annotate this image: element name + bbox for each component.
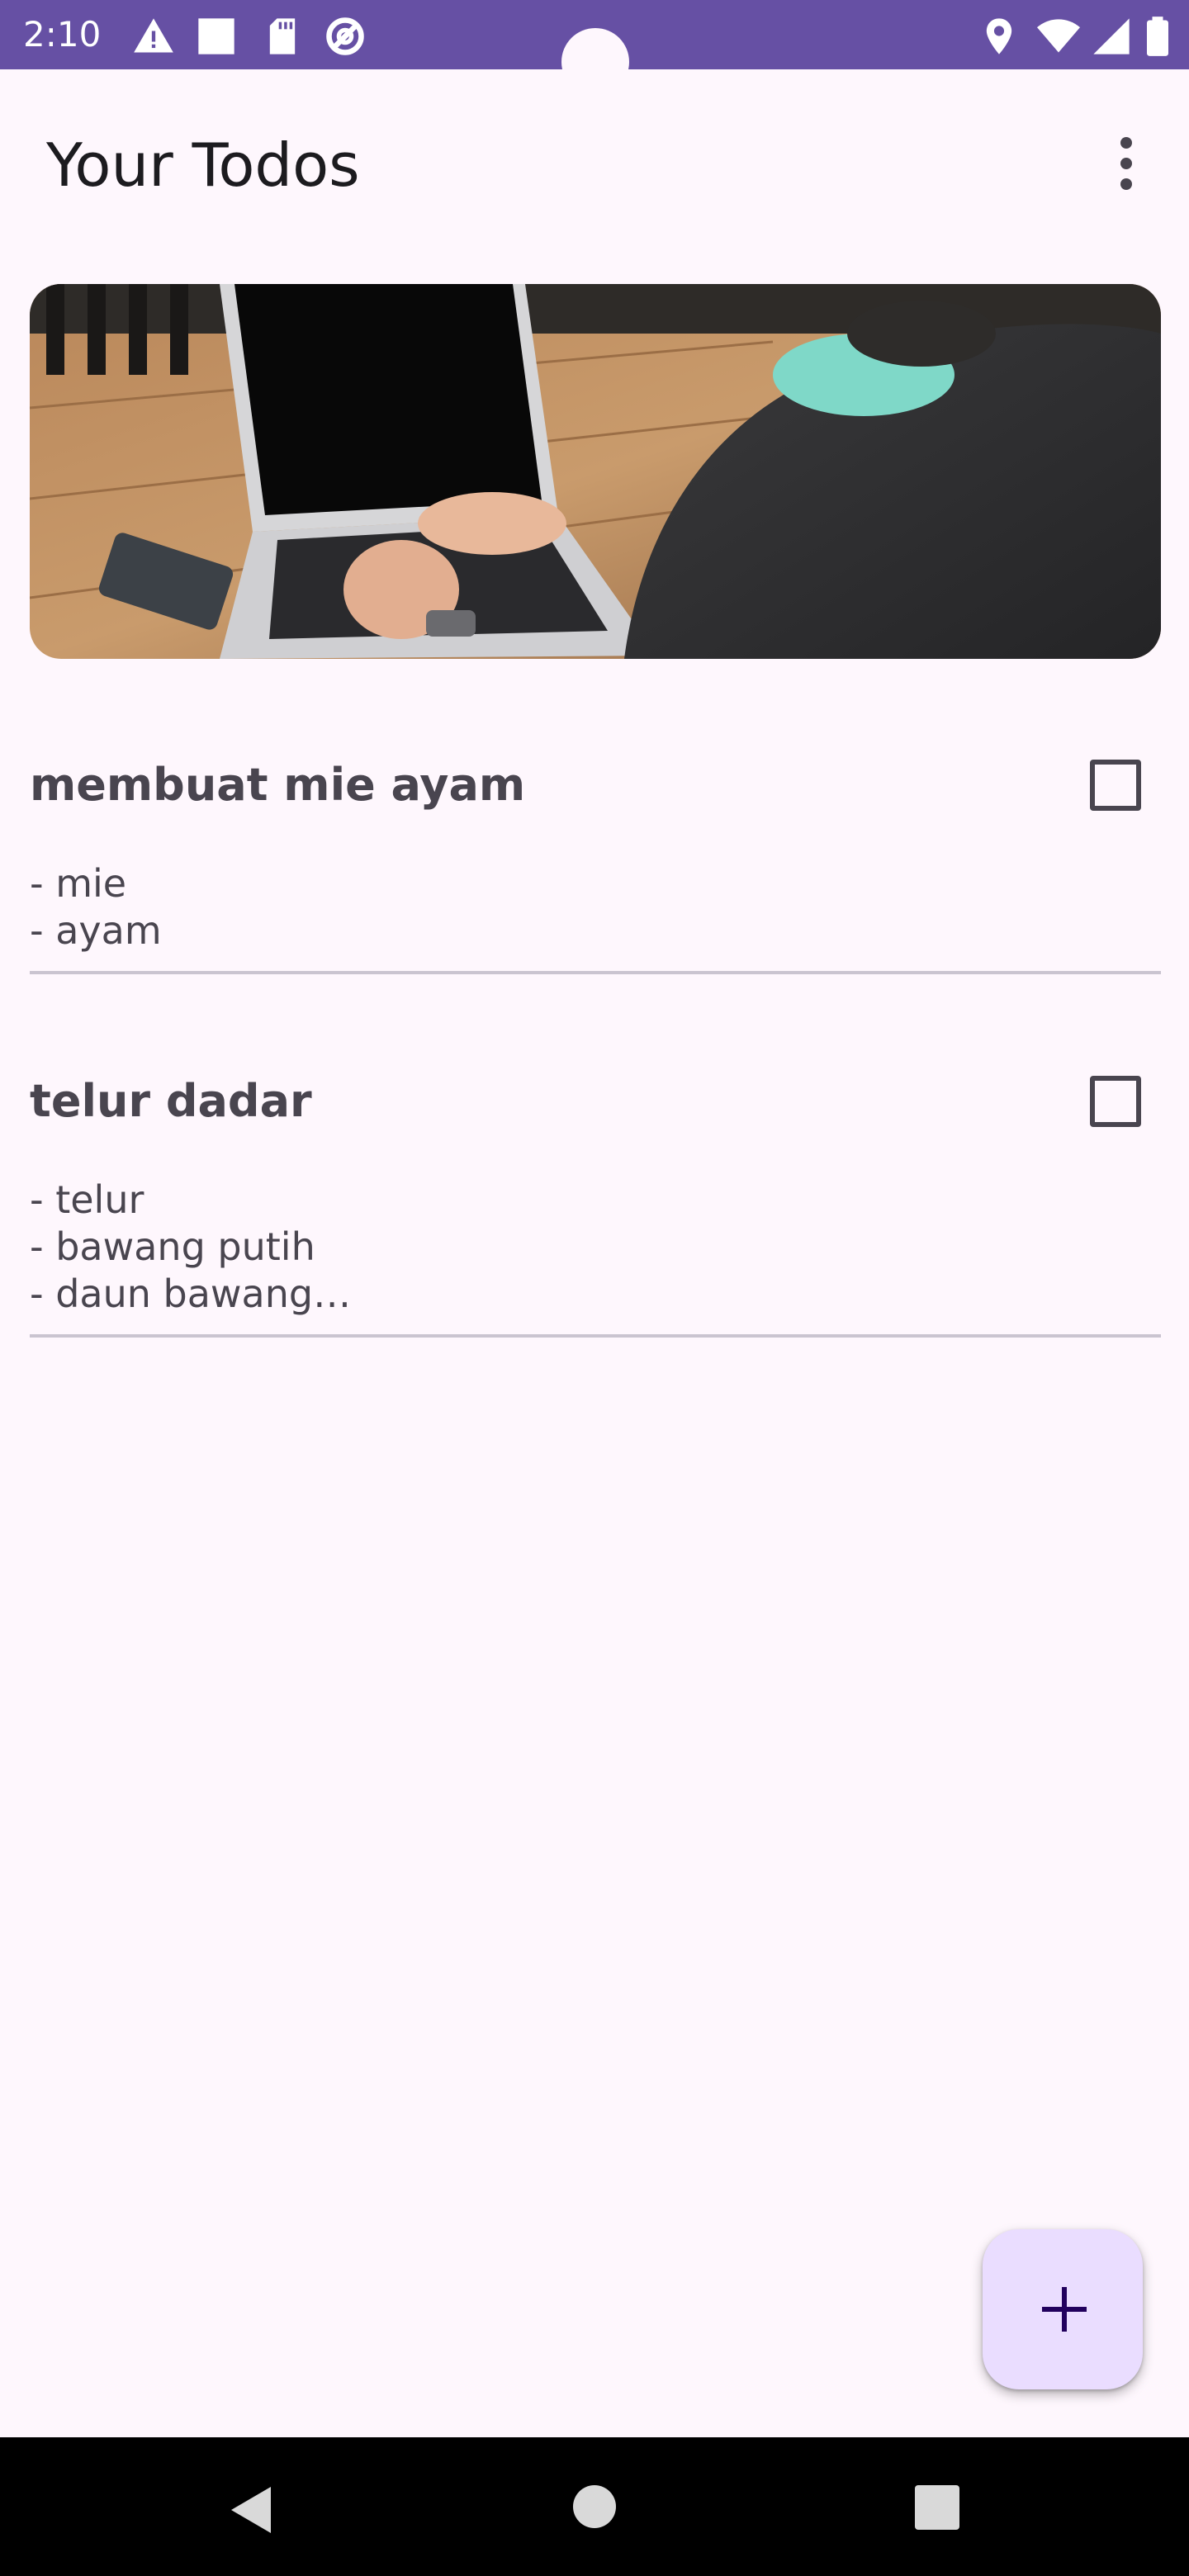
recents-icon[interactable] [915, 2485, 959, 2530]
back-icon[interactable] [228, 2484, 274, 2536]
todo-description: - telur - bawang putih - daun bawang… [30, 1177, 352, 1316]
status-time: 2:10 [23, 14, 102, 54]
square-icon [198, 18, 234, 54]
battery-icon [1147, 17, 1168, 56]
todo-title: telur dadar [30, 1075, 312, 1127]
divider [30, 1334, 1161, 1338]
banner-image [30, 284, 1161, 659]
location-icon [986, 18, 1012, 54]
divider [30, 971, 1161, 974]
vpn-icon [326, 17, 364, 55]
todo-title: membuat mie ayam [30, 759, 526, 811]
todo-checkbox[interactable] [1090, 760, 1141, 811]
wifi-icon [1037, 19, 1080, 53]
add-todo-button[interactable] [983, 2229, 1143, 2389]
home-icon[interactable] [573, 2485, 616, 2528]
more-vert-icon[interactable] [1103, 132, 1149, 198]
warning-icon [134, 18, 173, 53]
signal-icon [1093, 18, 1130, 54]
todo-checkbox[interactable] [1090, 1076, 1141, 1127]
todo-description: - mie - ayam [30, 861, 162, 953]
page-title: Your Todos [46, 130, 360, 200]
camera-cutout [561, 28, 629, 96]
sd-card-icon [269, 18, 296, 54]
